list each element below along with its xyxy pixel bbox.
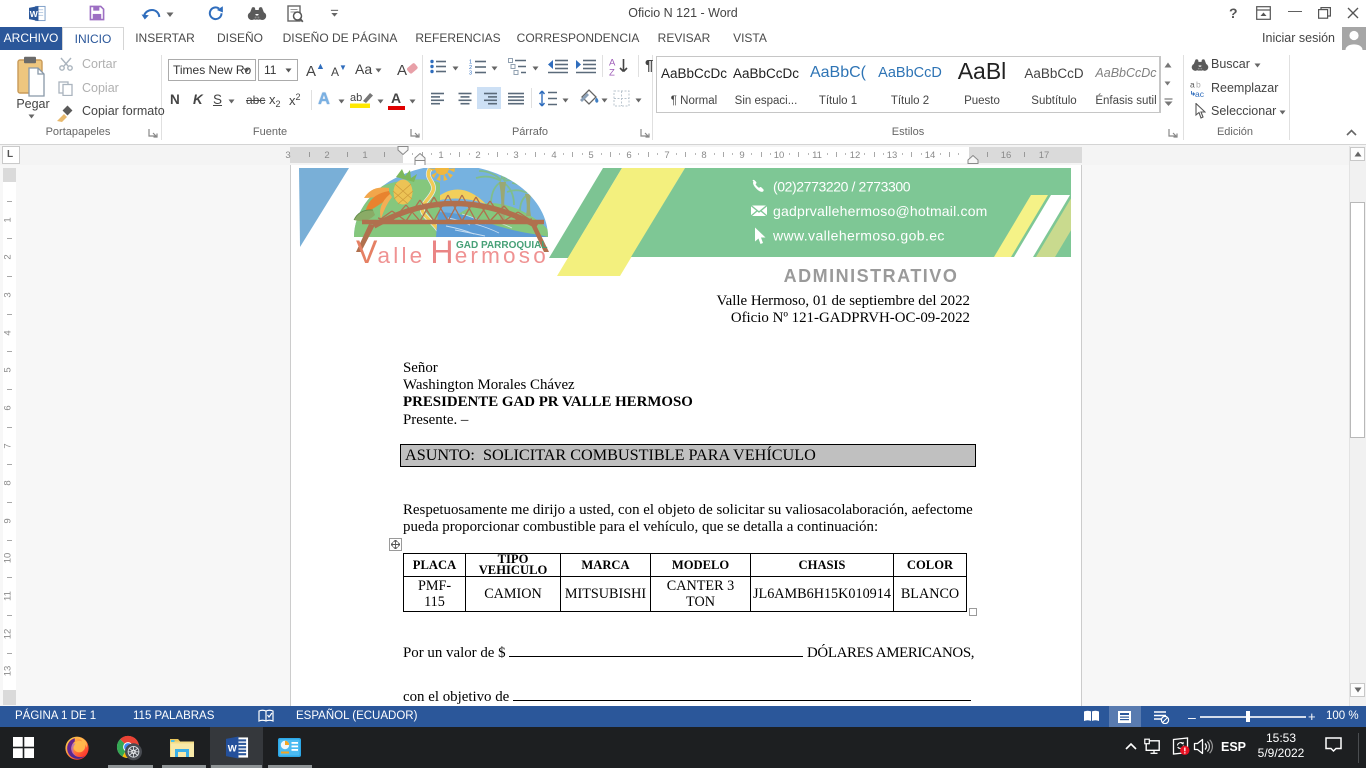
- svg-text:A: A: [397, 62, 407, 78]
- svg-text:3: 3: [469, 71, 472, 76]
- svg-text:Z: Z: [609, 68, 615, 77]
- svg-text:ab: ab: [350, 92, 362, 104]
- svg-text:www.vallehermoso.gob.ec: www.vallehermoso.gob.ec: [772, 228, 945, 244]
- svg-text:gadprvallehermoso@hotmail.com: gadprvallehermoso@hotmail.com: [773, 203, 988, 219]
- svg-text:ac: ac: [1195, 89, 1205, 98]
- svg-text:GAD PARROQUIAL: GAD PARROQUIAL: [456, 240, 547, 251]
- svg-text:W: W: [228, 743, 238, 754]
- svg-text:(02)2773220 / 2773300: (02)2773220 / 2773300: [773, 179, 911, 195]
